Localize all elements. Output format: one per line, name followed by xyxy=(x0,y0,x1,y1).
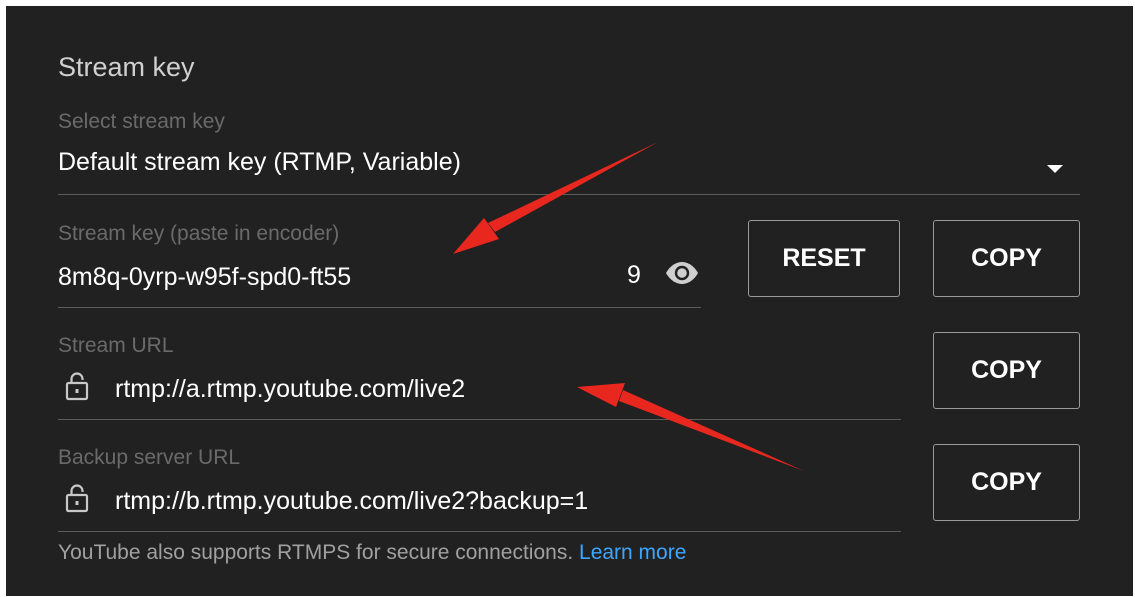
stream-key-underline xyxy=(58,307,701,308)
select-stream-key-value: Default stream key (RTMP, Variable) xyxy=(58,148,461,176)
lock-icon xyxy=(65,484,89,513)
stream-key-count: 9 xyxy=(627,261,641,289)
stream-key-label: Stream key (paste in encoder) xyxy=(58,222,340,245)
backup-url-label: Backup server URL xyxy=(58,446,241,469)
helper-text: YouTube also supports RTMPS for secure c… xyxy=(58,541,580,564)
stream-url-label: Stream URL xyxy=(58,334,174,357)
eye-icon[interactable] xyxy=(664,260,700,286)
copy-backup-url-button[interactable]: COPY xyxy=(933,444,1080,521)
lock-icon xyxy=(65,372,89,401)
select-stream-key-label: Select stream key xyxy=(58,110,225,133)
annotation-arrow-stream-key xyxy=(453,142,658,254)
stream-key-value[interactable]: 8m8q-0yrp-w95f-spd0-ft55 xyxy=(58,263,351,292)
copy-stream-key-button[interactable]: COPY xyxy=(933,220,1080,297)
section-title: Stream key xyxy=(58,52,195,82)
learn-more-link[interactable]: Learn more xyxy=(579,541,686,564)
copy-stream-url-button[interactable]: COPY xyxy=(933,332,1080,409)
backup-url-value[interactable]: rtmp://b.rtmp.youtube.com/live2?backup=1 xyxy=(115,487,588,516)
rtmps-helper-text: YouTube also supports RTMPS for secure c… xyxy=(58,541,686,565)
stream-url-value[interactable]: rtmp://a.rtmp.youtube.com/live2 xyxy=(115,375,465,404)
stream-key-panel: Stream key Select stream key Default str… xyxy=(6,6,1133,596)
backup-url-underline xyxy=(58,531,901,532)
reset-button[interactable]: RESET xyxy=(748,220,900,297)
select-underline xyxy=(58,194,1080,195)
stream-url-underline xyxy=(58,419,901,420)
annotation-arrow-stream-url xyxy=(577,383,804,471)
dropdown-arrow-icon[interactable] xyxy=(1045,163,1065,175)
